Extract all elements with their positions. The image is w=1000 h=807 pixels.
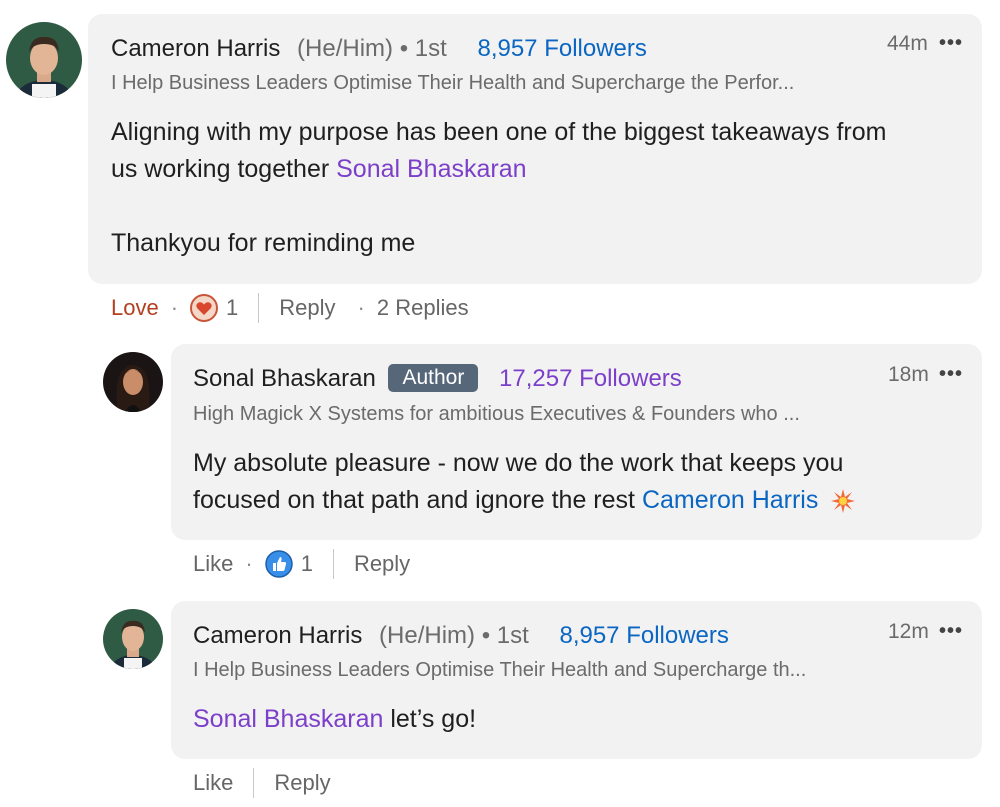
author-headline: High Magick X Systems for ambitious Exec…	[193, 403, 800, 425]
comment-actions: Love · 1 Reply · 2 Replies	[111, 292, 469, 324]
sparkle-emoji-icon	[831, 488, 856, 513]
avatar-sonal-bhaskaran[interactable]	[103, 352, 163, 412]
comment-line: Aligning with my purpose has been one of…	[111, 118, 887, 146]
author-pronouns-connection: (He/Him) • 1st	[297, 35, 447, 62]
author-name[interactable]: Sonal Bhaskaran	[193, 365, 376, 392]
comment-line: Sonal Bhaskaran let’s go!	[193, 701, 973, 738]
author-pronouns-connection: (He/Him) • 1st	[379, 622, 529, 649]
followers-count[interactable]: 8,957 Followers	[477, 35, 646, 62]
more-options-icon[interactable]: •••	[939, 363, 963, 386]
comment-text-fragment: focused on that path and ignore the rest	[193, 486, 642, 514]
replies-count-link[interactable]: 2 Replies	[377, 295, 469, 321]
like-reaction-button[interactable]: Like	[193, 551, 233, 577]
comment-time: 12m	[888, 620, 929, 643]
avatar-image	[103, 352, 163, 412]
separator-dot: ·	[170, 295, 179, 320]
reply-button[interactable]: Reply	[279, 295, 335, 321]
more-options-icon[interactable]: •••	[939, 32, 963, 55]
comment-text-fragment: us working together	[111, 155, 337, 183]
reaction-summary[interactable]: 1	[190, 294, 238, 322]
followers-count[interactable]: 17,257 Followers	[499, 365, 682, 392]
more-options-icon[interactable]: •••	[939, 620, 963, 643]
comment-time: 18m	[888, 363, 929, 386]
comment-actions: Like Reply	[193, 767, 331, 799]
love-reaction-button[interactable]: Love	[111, 295, 159, 321]
separator-dot: ·	[245, 551, 253, 576]
comment-header: Cameron Harris (He/Him) • 1st 8,957 Foll…	[111, 34, 647, 64]
like-reaction-button[interactable]: Like	[193, 770, 233, 796]
reaction-summary[interactable]: 1	[264, 550, 313, 578]
reaction-count: 1	[300, 551, 313, 576]
comment-time: 44m	[887, 32, 928, 55]
comment-header: Cameron Harris (He/Him) • 1st 8,957 Foll…	[193, 621, 729, 651]
comment-line: Thankyou for reminding me	[111, 229, 416, 257]
comment-text-fragment: let’s go!	[383, 705, 477, 733]
comment-line: My absolute pleasure - now we do the wor…	[193, 449, 844, 477]
author-headline: I Help Business Leaders Optimise Their H…	[111, 72, 795, 94]
avatar-image	[103, 609, 163, 669]
avatar-cameron-harris[interactable]	[103, 609, 163, 669]
divider	[332, 549, 334, 579]
reply-button[interactable]: Reply	[274, 770, 330, 796]
avatar-cameron-harris[interactable]	[6, 22, 82, 98]
comment-text: Aligning with my purpose has been one of…	[111, 114, 971, 262]
thumbs-up-reaction-icon	[264, 550, 293, 578]
mention-link[interactable]: Cameron Harris	[642, 482, 818, 519]
divider	[258, 293, 260, 323]
followers-count[interactable]: 8,957 Followers	[559, 622, 728, 649]
comment-text: My absolute pleasure - now we do the wor…	[193, 445, 973, 519]
author-name[interactable]: Cameron Harris	[193, 622, 362, 649]
separator-dot: ·	[357, 295, 365, 320]
comment-line: focused on that path and ignore the rest…	[193, 482, 973, 519]
author-badge: Author	[388, 364, 479, 392]
mention-link[interactable]: Sonal Bhaskaran	[193, 705, 383, 733]
divider	[253, 768, 255, 798]
mention-link[interactable]: Sonal Bhaskaran	[336, 155, 526, 183]
heart-reaction-icon	[190, 294, 219, 322]
reply-button[interactable]: Reply	[354, 551, 410, 577]
comment-line: us working together Sonal Bhaskaran	[111, 151, 971, 188]
author-headline: I Help Business Leaders Optimise Their H…	[193, 659, 807, 681]
comment-actions: Like · 1 Reply	[193, 548, 410, 580]
avatar-image	[6, 22, 82, 98]
comment-header: Sonal Bhaskaran Author 17,257 Followers	[193, 364, 682, 394]
comment-text: Sonal Bhaskaran let’s go!	[193, 701, 973, 738]
author-name[interactable]: Cameron Harris	[111, 35, 280, 62]
reaction-count: 1	[226, 295, 239, 320]
